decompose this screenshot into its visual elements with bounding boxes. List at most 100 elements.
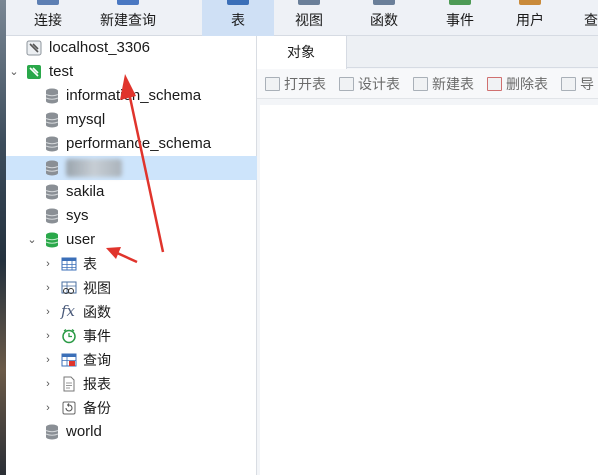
tree-db-redacted[interactable] [6,156,257,180]
report-icon [61,376,77,392]
new-query-label: 新建查询 [100,12,156,28]
import-label: 导 [580,76,594,92]
tree-node-tables[interactable]: › 表 [6,252,257,276]
event-tool-label: 事件 [446,12,474,28]
connection-name: test [49,63,74,80]
new-query-icon [117,0,139,5]
event-icon [449,0,471,5]
database-open-icon [45,232,59,248]
tree-db-sakila[interactable]: sakila [6,180,257,204]
tree-node-events[interactable]: › 事件 [6,324,257,348]
tree-node-backups[interactable]: › 备份 [6,396,257,420]
table-tool-label: 表 [231,12,245,28]
user-tool-label: 用户 [516,12,544,28]
database-name: mysql [66,111,106,128]
connection-icon [26,40,42,56]
tab-objects-label: 对象 [287,44,315,60]
node-label: 事件 [83,328,111,344]
connect-button[interactable]: 连接 [18,0,78,36]
chevron-right-icon[interactable]: › [42,252,54,276]
tree-db-mysql[interactable]: mysql [6,108,257,132]
connect-label: 连接 [34,12,62,28]
chevron-right-icon[interactable]: › [42,396,54,420]
function-tool-label: 函数 [370,12,398,28]
database-icon [45,112,59,128]
node-label: 报表 [83,376,111,392]
object-pane: 对象 打开表 设计表 新建表 删除表 导 [257,36,598,475]
chevron-right-icon[interactable]: › [42,348,54,372]
delete-table-icon [487,77,502,91]
database-icon [45,136,59,152]
view-icon [61,280,77,296]
database-name: user [66,231,96,248]
node-label: 视图 [83,280,111,296]
database-icon [45,160,59,176]
table-tool-button[interactable]: 表 [202,0,274,36]
new-table-icon [413,77,428,91]
tree-node-views[interactable]: › 视图 [6,276,257,300]
user-icon [519,0,541,5]
database-name: sakila [66,183,105,200]
node-label: 备份 [83,400,111,416]
design-table-label: 设计表 [358,76,400,92]
view-tool-label: 视图 [295,12,323,28]
chevron-right-icon[interactable]: › [42,324,54,348]
chevron-down-icon[interactable]: ⌄ [8,60,20,84]
import-icon [561,77,576,91]
main-toolbar: 连接 新建查询 表 视图 函数 事件 用户 查 [6,0,598,36]
node-label: 函数 [83,304,111,320]
query-tool-button[interactable]: 查 [578,0,598,36]
view-icon [298,0,320,5]
user-tool-button[interactable]: 用户 [500,0,560,36]
delete-table-label: 删除表 [506,76,548,92]
function-tool-button[interactable]: 函数 [350,0,418,36]
query-icon [61,352,77,368]
database-name: performance_schema [66,135,212,152]
tree-connection-localhost[interactable]: localhost_3306 [6,36,257,60]
node-label: 查询 [83,352,111,368]
database-name: information_schema [66,87,202,104]
database-icon [45,208,59,224]
event-tool-button[interactable]: 事件 [426,0,494,36]
new-query-button[interactable]: 新建查询 [88,0,168,36]
connection-icon [26,64,42,80]
tree-db-performance-schema[interactable]: performance_schema [6,132,257,156]
redacted-database-name [66,159,122,177]
tab-objects[interactable]: 对象 [257,36,347,69]
backup-icon [61,400,77,416]
tree-db-information-schema[interactable]: information_schema [6,84,257,108]
new-table-label: 新建表 [432,76,474,92]
tree-node-functions[interactable]: › fx 函数 [6,300,257,324]
function-icon [373,0,395,5]
navigation-tree: localhost_3306 ⌄ test information_schema… [6,36,257,475]
database-name: world [66,423,102,440]
table-icon [227,0,249,5]
tree-node-reports[interactable]: › 报表 [6,372,257,396]
query-tool-label: 查 [584,12,598,28]
connection-name: localhost_3306 [49,39,150,56]
database-icon [45,184,59,200]
connect-icon [37,0,59,5]
chevron-right-icon[interactable]: › [42,372,54,396]
tree-node-queries[interactable]: › 查询 [6,348,257,372]
database-name: sys [66,207,89,224]
open-table-label: 打开表 [284,76,326,92]
node-label: 表 [83,256,97,272]
tree-db-world[interactable]: world [6,420,257,444]
tree-db-user[interactable]: ⌄ user [6,228,257,252]
chevron-down-icon[interactable]: ⌄ [26,228,38,252]
chevron-right-icon[interactable]: › [42,300,54,324]
view-tool-button[interactable]: 视图 [278,0,340,36]
tab-bar: 对象 [257,36,598,69]
tree-db-sys[interactable]: sys [6,204,257,228]
open-table-icon [265,77,280,91]
object-toolbar: 打开表 设计表 新建表 删除表 导 [257,69,598,99]
function-icon: fx [61,302,76,320]
database-icon [45,88,59,104]
table-icon [61,256,77,272]
object-list-area[interactable] [260,105,598,475]
clock-icon [61,328,77,344]
design-table-icon [339,77,354,91]
chevron-right-icon[interactable]: › [42,276,54,300]
tree-connection-test[interactable]: ⌄ test [6,60,257,84]
